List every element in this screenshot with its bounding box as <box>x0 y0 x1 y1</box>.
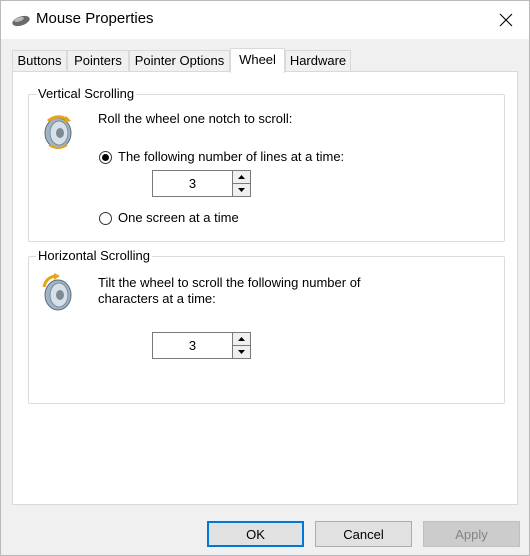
tab-hardware[interactable]: Hardware <box>285 50 351 71</box>
characters-input[interactable] <box>152 332 232 359</box>
lines-at-a-time-label[interactable]: The following number of lines at a time: <box>118 148 344 166</box>
characters-spinner <box>152 332 251 359</box>
one-screen-radio[interactable] <box>99 212 112 225</box>
tab-pointer-options[interactable]: Pointer Options <box>129 50 230 71</box>
close-icon <box>499 13 513 27</box>
lines-input[interactable] <box>152 170 232 197</box>
close-button[interactable] <box>483 1 529 39</box>
characters-increment-button[interactable] <box>232 332 251 346</box>
title-bar: Mouse Properties <box>1 1 529 39</box>
arrow-up-icon <box>238 175 245 179</box>
horizontal-scrolling-title: Horizontal Scrolling <box>36 248 152 263</box>
horizontal-scrolling-group: Horizontal Scrolling Tilt the wheel to s… <box>28 248 505 404</box>
vertical-scrolling-title: Vertical Scrolling <box>36 86 137 101</box>
arrow-down-icon <box>238 188 245 192</box>
lines-increment-button[interactable] <box>232 170 251 184</box>
cancel-button[interactable]: Cancel <box>315 521 412 547</box>
tab-buttons[interactable]: Buttons <box>12 50 67 71</box>
vertical-scrolling-group: Vertical Scrolling Roll the wheel one no… <box>28 86 505 242</box>
vertical-instruction: Roll the wheel one notch to scroll: <box>98 111 293 126</box>
characters-decrement-button[interactable] <box>232 345 251 359</box>
ok-button[interactable]: OK <box>207 521 304 547</box>
tab-panel-wheel: Vertical Scrolling Roll the wheel one no… <box>12 71 518 505</box>
lines-at-a-time-radio[interactable] <box>99 151 112 164</box>
lines-decrement-button[interactable] <box>232 183 251 197</box>
one-screen-label[interactable]: One screen at a time <box>118 209 239 227</box>
arrow-up-icon <box>238 337 245 341</box>
tab-wheel[interactable]: Wheel <box>230 48 285 73</box>
lines-spinner <box>152 170 251 197</box>
apply-button[interactable]: Apply <box>423 521 520 547</box>
horizontal-instruction-line2: characters at a time: <box>98 291 216 306</box>
horizontal-wheel-icon <box>42 273 72 311</box>
vertical-wheel-icon <box>44 115 72 149</box>
mouse-icon <box>12 15 30 27</box>
mouse-properties-dialog: Mouse Properties Buttons Pointers Pointe… <box>0 0 530 556</box>
arrow-down-icon <box>238 350 245 354</box>
window-title: Mouse Properties <box>36 10 154 27</box>
tab-pointers[interactable]: Pointers <box>67 50 129 71</box>
